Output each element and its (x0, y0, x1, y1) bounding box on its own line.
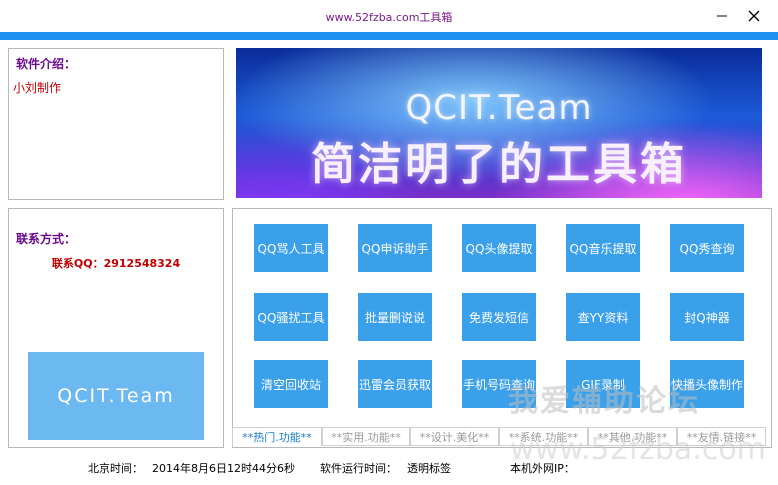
minimize-button[interactable] (708, 4, 736, 28)
beijing-time-label: 北京时间： (88, 462, 143, 475)
contact-title: 联系方式： (16, 232, 77, 246)
tool-button-10[interactable]: 封Q神器 (670, 293, 744, 341)
close-icon (748, 10, 760, 22)
accent-bar (0, 32, 778, 40)
tool-button-5[interactable]: QQ秀查询 (670, 224, 744, 272)
tool-button-3[interactable]: QQ头像提取 (462, 224, 536, 272)
ip-label: 本机外网IP： (510, 462, 575, 475)
tool-button-2[interactable]: QQ申诉助手 (358, 224, 432, 272)
minimize-icon (717, 15, 727, 17)
banner-image: QCIT.Team 简洁明了的工具箱 (236, 48, 762, 198)
runtime-value: 透明标签 (407, 462, 451, 475)
beijing-time-value: 2014年8月6日12时44分6秒 (152, 462, 295, 475)
intro-panel: 软件介绍： 小刘制作 (8, 48, 224, 200)
title-bar: www.52fzba.com工具箱 (0, 0, 778, 32)
tab-hot[interactable]: **热门.功能** (232, 427, 322, 446)
tool-button-12[interactable]: 迅雷会员获取 (358, 360, 432, 408)
banner-slogan: 简洁明了的工具箱 (311, 139, 687, 190)
close-button[interactable] (740, 4, 768, 28)
tool-button-1[interactable]: QQ骂人工具 (254, 224, 328, 272)
window-title: www.52fzba.com工具箱 (325, 11, 453, 24)
tool-button-4[interactable]: QQ音乐提取 (566, 224, 640, 272)
tool-button-11[interactable]: 清空回收站 (254, 360, 328, 408)
tab-design[interactable]: **设计.美化** (410, 427, 499, 446)
intro-text: 小刘制作 (13, 81, 62, 95)
tool-button-7[interactable]: 批量删说说 (358, 293, 432, 341)
watermark-text: 我爱辅助论坛 (508, 384, 700, 419)
contact-qq[interactable]: 联系QQ：2912548324 (9, 255, 223, 271)
tool-button-9[interactable]: 查YY资料 (566, 293, 640, 341)
intro-title: 软件介绍： (16, 57, 77, 71)
banner-title: QCIT.Team (405, 88, 593, 128)
tab-practical[interactable]: **实用.功能** (322, 427, 410, 446)
team-logo: QCIT.Team (28, 352, 204, 440)
tool-button-6[interactable]: QQ骚扰工具 (254, 293, 328, 341)
tool-button-8[interactable]: 免费发短信 (462, 293, 536, 341)
team-logo-text: QCIT.Team (57, 385, 175, 407)
runtime-label: 软件运行时间： (320, 462, 397, 475)
contact-panel: 联系方式： 联系QQ：2912548324 QCIT.Team (8, 208, 224, 448)
